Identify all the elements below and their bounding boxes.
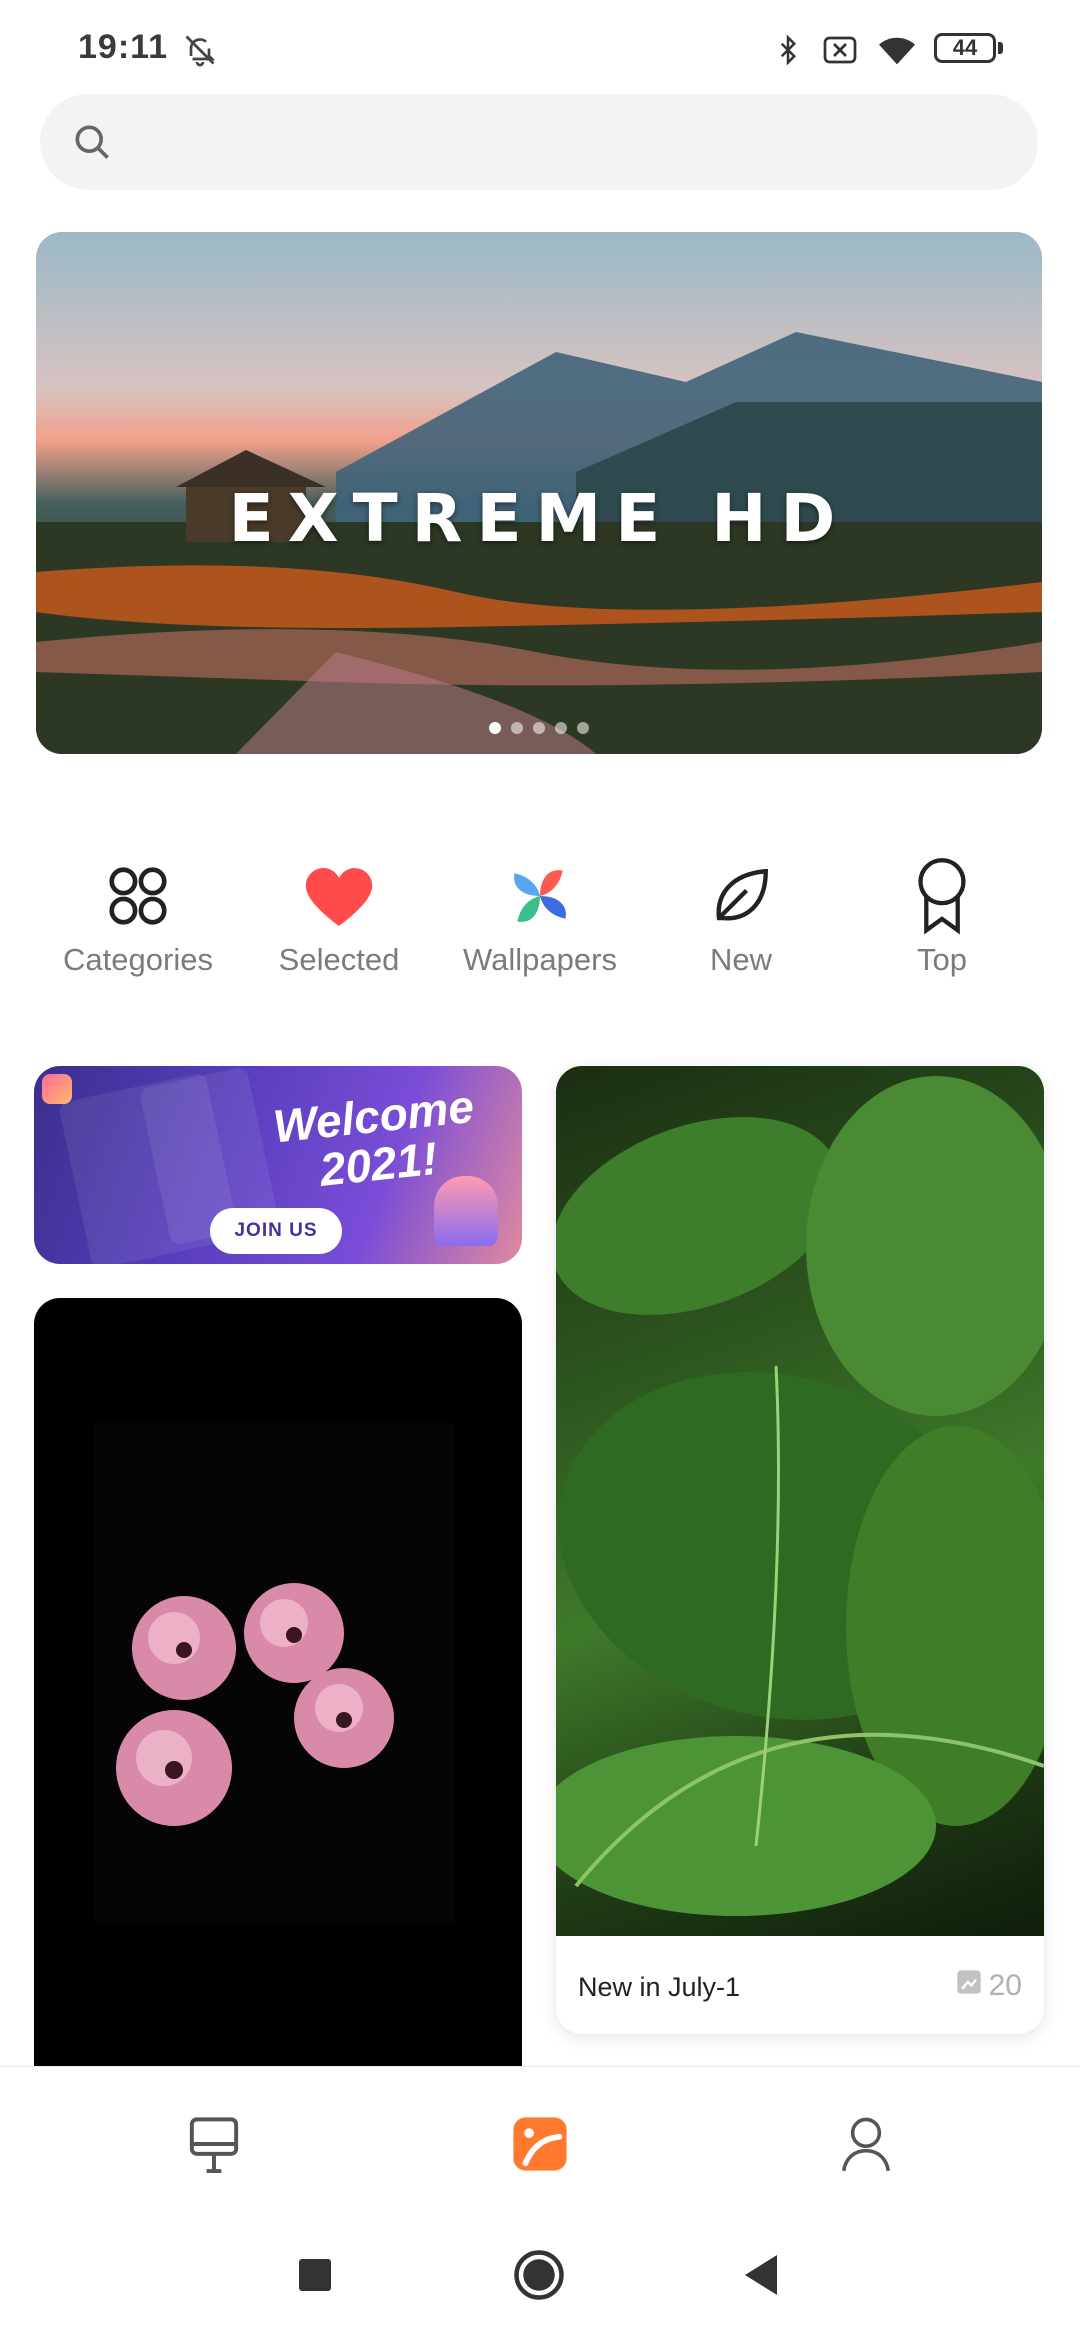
home-button[interactable] [504,2240,574,2310]
status-time: 19:11 [78,28,169,66]
banner-pagination [36,722,1042,734]
heart-icon [299,856,379,936]
banner-dot[interactable] [555,722,567,734]
wifi-icon [874,30,920,70]
plant-image [556,1066,1044,1936]
battery-level: 44 [952,35,978,60]
profile-icon[interactable] [826,2104,906,2184]
banner-title: EXTREME HD [228,480,850,557]
monstera-leaves [556,1076,1044,1916]
no-sim-icon [820,30,860,70]
wallpaper-card-flowers[interactable] [34,1298,522,2066]
search-icon[interactable] [70,120,114,164]
bluetooth-icon [770,30,806,70]
nav-label: Top [917,942,967,977]
search-input[interactable] [40,94,1038,190]
battery-tip [998,42,1003,54]
easel-icon[interactable] [174,2104,254,2184]
pinwheel-icon [500,856,580,936]
image-stack-icon [955,1968,983,2004]
nav-label: Selected [278,942,400,977]
nav-selected[interactable]: Selected [249,846,429,986]
promo-card[interactable]: Welcome 2021! JOIN US [34,1066,522,1264]
battery-icon: 44 [934,33,996,63]
nav-label: Categories [63,942,213,977]
leaf-icon [701,856,781,936]
hero-banner[interactable]: EXTREME HD [36,232,1042,754]
card-caption: New in July-1 [578,1972,741,2002]
themes-icon[interactable] [500,2104,580,2184]
join-us-button[interactable]: JOIN US [210,1208,342,1254]
back-button[interactable] [726,2240,796,2310]
categories-icon [98,856,178,936]
ribbon-icon [902,856,982,936]
wallpaper-card-plant[interactable]: New in July-1 20 [556,1066,1044,2034]
banner-dot[interactable] [489,722,501,734]
banner-dot[interactable] [511,722,523,734]
banner-dot[interactable] [577,722,589,734]
image-count-value: 20 [988,1969,1022,2002]
image-count: 20 [955,1968,1022,2004]
flower-image [94,1423,454,1923]
nav-categories[interactable]: Categories [48,846,228,986]
mute-bell-icon [180,30,220,70]
nav-label: New [709,942,772,977]
app-logo-icon [42,1074,72,1104]
recent-apps-button[interactable] [280,2240,350,2310]
nav-label: Wallpapers [463,942,617,977]
nav-new[interactable]: New [651,846,831,986]
nav-top[interactable]: Top [852,846,1032,986]
banner-dot[interactable] [533,722,545,734]
nav-wallpapers[interactable]: Wallpapers [450,846,630,986]
character-illustration [434,1176,498,1246]
